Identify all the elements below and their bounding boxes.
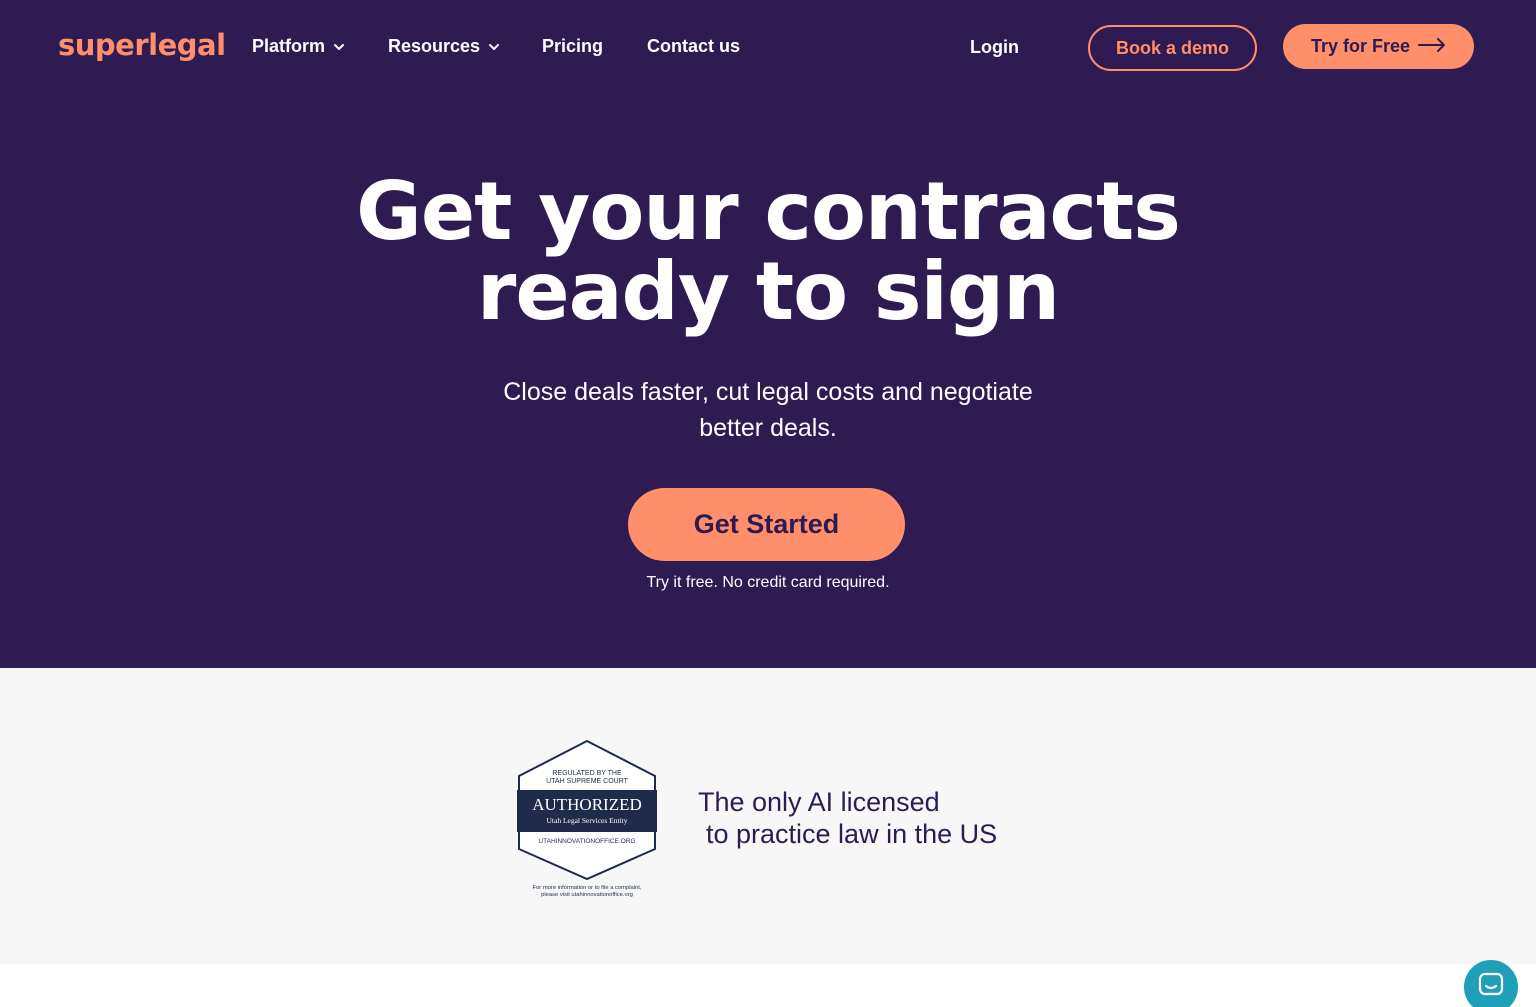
hero-section: superlegal Platform Resources Pricing Co…	[0, 0, 1536, 668]
licensed-line2: to practice law in the US	[706, 819, 998, 849]
get-started-button[interactable]: Get Started	[628, 488, 905, 561]
badge-authorized: AUTHORIZED	[532, 795, 642, 814]
book-demo-button[interactable]: Book a demo	[1088, 25, 1257, 71]
chat-icon	[1478, 972, 1504, 1003]
next-section	[0, 964, 1536, 1007]
nav-resources[interactable]: Resources	[388, 36, 500, 57]
try-for-free-label: Try for Free	[1310, 36, 1411, 56]
hero-headline: Get your contracts ready to sign	[0, 172, 1536, 332]
badge-regulated-line1: REGULATED BY THE	[552, 770, 622, 777]
badge-footer-line1: For more information or to file a compla…	[533, 885, 642, 891]
chevron-down-icon	[488, 41, 500, 53]
book-demo-label: Book a demo	[1115, 37, 1230, 58]
licensed-statement: The only AI licensed to practice law in …	[698, 786, 997, 850]
badge-site: UTAHINNOVATIONOFFICE.ORG	[538, 838, 635, 845]
nav-resources-label: Resources	[388, 36, 481, 56]
arrow-right-icon	[1418, 36, 1446, 57]
chevron-down-icon	[333, 41, 345, 53]
hero-subtitle: Close deals faster, cut legal costs and …	[503, 378, 1033, 442]
badge-entity: Utah Legal Services Entity	[546, 816, 627, 825]
chat-launcher-button[interactable]	[1464, 960, 1518, 1007]
nav-contact-us[interactable]: Contact us	[647, 36, 740, 57]
no-credit-card-note: Try it free. No credit card required.	[646, 574, 890, 591]
get-started-label: Get Started	[693, 509, 840, 539]
nav-platform[interactable]: Platform	[252, 36, 345, 57]
hero-headline-line2: ready to sign	[476, 245, 1060, 338]
licensed-line1: The only AI licensed	[698, 787, 940, 817]
try-for-free-button[interactable]: Try for Free	[1283, 24, 1474, 69]
nav-pricing[interactable]: Pricing	[542, 36, 603, 57]
nav-platform-label: Platform	[252, 36, 326, 56]
badge-regulated-line2: UTAH SUPREME COURT	[546, 778, 629, 785]
badge-footer-line2: please visit utahinnovationoffice.org	[541, 892, 633, 898]
utah-authorized-badge: REGULATED BY THE UTAH SUPREME COURT AUTH…	[517, 739, 657, 898]
nav-login[interactable]: Login	[970, 37, 1019, 58]
superlegal-logo[interactable]: superlegal	[58, 28, 226, 62]
